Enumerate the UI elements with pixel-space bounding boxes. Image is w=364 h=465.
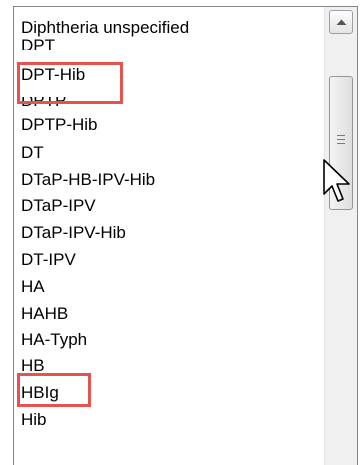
list-item[interactable]: DPT-Hib: [21, 63, 85, 87]
list-item[interactable]: DTaP-HB-IPV-Hib: [21, 168, 155, 192]
list-item[interactable]: DPTP: [21, 97, 66, 111]
list-item[interactable]: HA-Typh: [21, 328, 87, 352]
page: Diphtheria unspecified DPT DPT-Hib DPTP …: [0, 0, 364, 465]
list-item[interactable]: DTaP-IPV: [21, 194, 96, 218]
list-item[interactable]: DPTP-Hib: [21, 113, 98, 137]
list-item[interactable]: HBIg: [21, 381, 59, 405]
mouse-pointer-icon: [323, 159, 350, 202]
vaccine-listbox[interactable]: Diphtheria unspecified DPT DPT-Hib DPTP …: [13, 6, 358, 465]
list-item[interactable]: HA: [21, 275, 45, 299]
list-item[interactable]: DT: [21, 141, 44, 165]
list-item[interactable]: HAHB: [21, 302, 68, 326]
list-item[interactable]: HB: [21, 354, 45, 378]
list-item[interactable]: DT-IPV: [21, 248, 76, 272]
vertical-scrollbar[interactable]: [324, 7, 357, 465]
list-item[interactable]: DPT: [21, 34, 55, 50]
list-item[interactable]: DTaP-IPV-Hib: [21, 221, 126, 245]
list-item[interactable]: Hib: [21, 408, 47, 432]
scroll-up-button[interactable]: [329, 10, 353, 34]
chevron-up-icon: [336, 19, 347, 25]
